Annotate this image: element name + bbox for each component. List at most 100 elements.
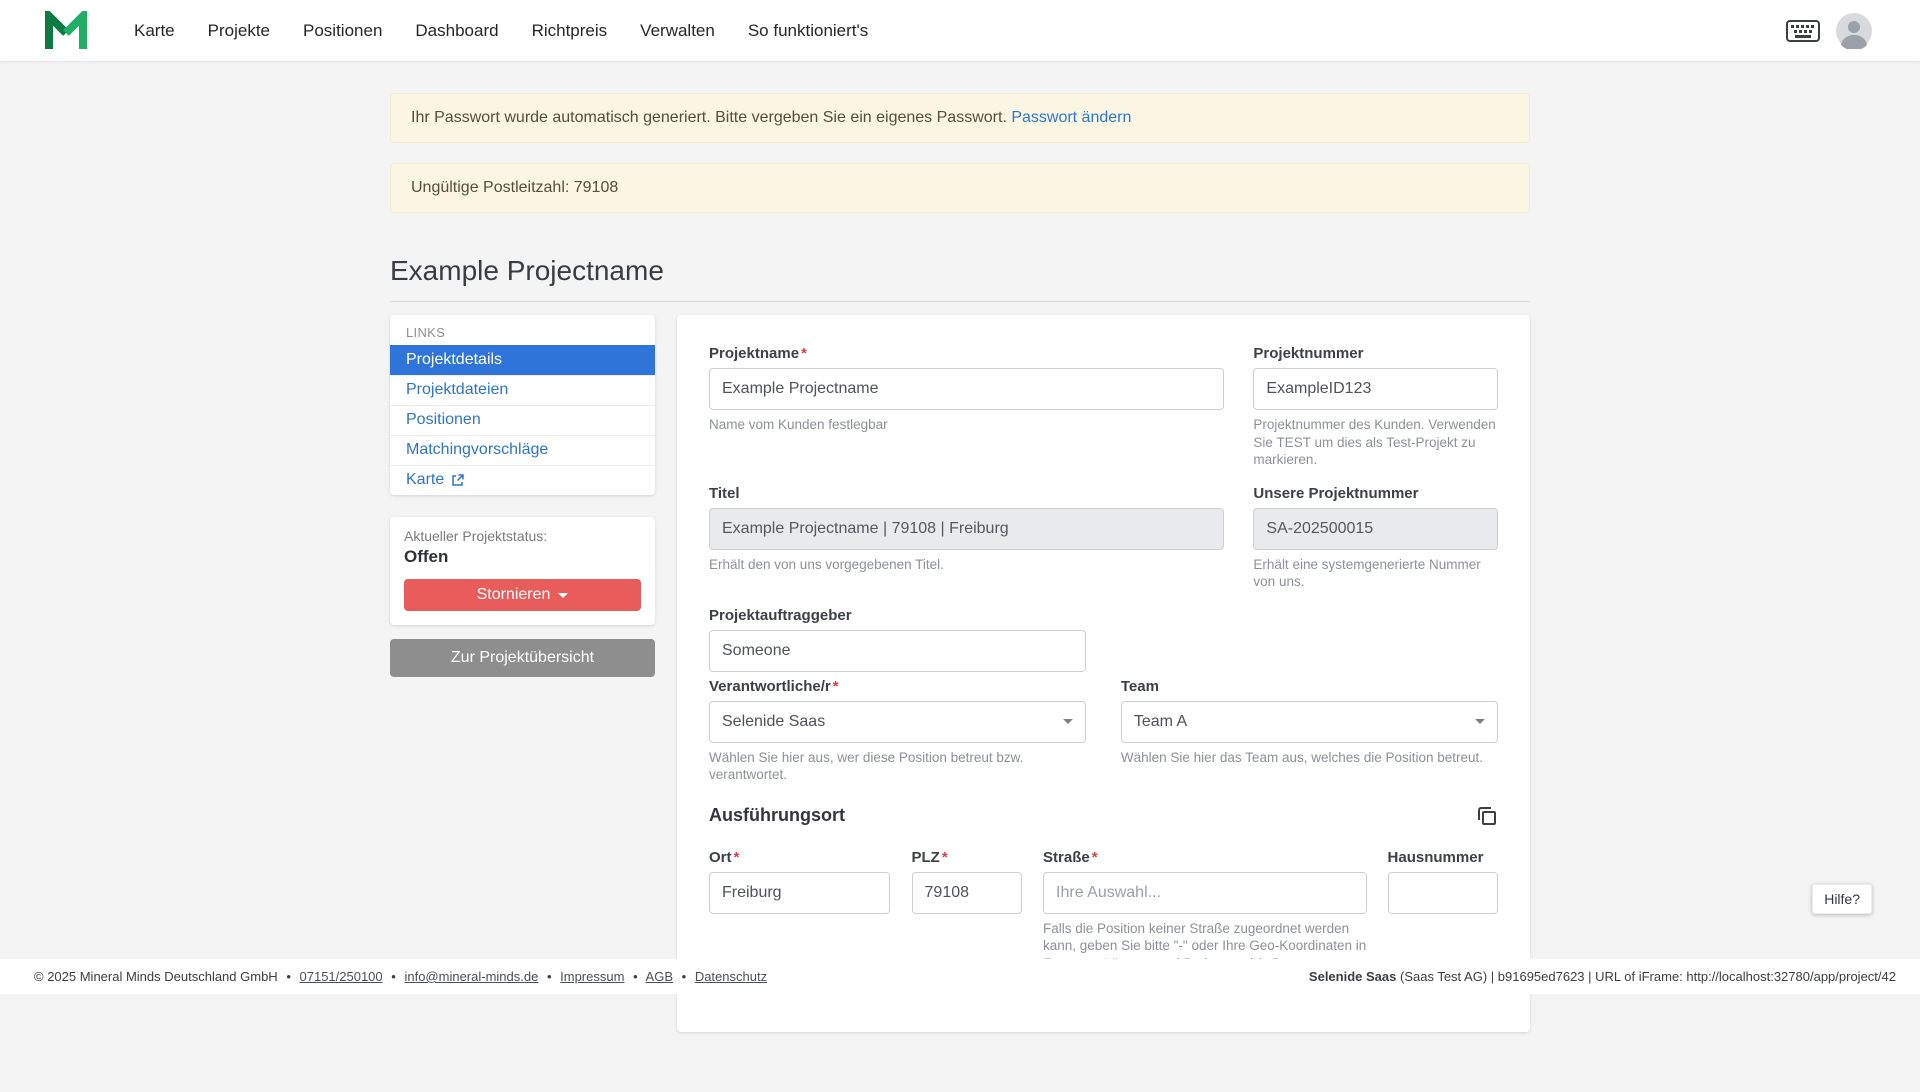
help-button[interactable]: Hilfe? [1812,884,1872,914]
separator-dot: • [286,969,291,984]
nav-dashboard[interactable]: Dashboard [415,21,498,41]
verantwortlicher-help: Wählen Sie hier aus, wer diese Position … [709,749,1086,784]
user-avatar[interactable] [1836,13,1872,49]
verantwortlicher-selected-value: Selenide Saas [722,713,825,731]
required-asterisk: * [1092,849,1098,866]
sidebar-item-label: Projektdateien [406,381,508,399]
nav-so-funktionierts[interactable]: So funktioniert's [748,21,868,41]
status-label: Aktueller Projektstatus: [404,528,641,544]
sidebar-item-label: Projektdetails [406,351,502,369]
projektname-input[interactable] [709,368,1224,410]
project-details-form: Projektname* Name vom Kunden festlegbar … [677,315,1530,1032]
password-warning-text: Ihr Passwort wurde automatisch generiert… [411,109,1007,126]
links-card: LINKS Projektdetails Projektdateien Posi… [390,315,655,495]
projektname-help: Name vom Kunden festlegbar [709,416,1224,434]
nav-karte[interactable]: Karte [134,21,175,41]
titel-help: Erhält den von uns vorgegebenen Titel. [709,556,1224,574]
separator-dot: • [682,969,687,984]
team-help: Wählen Sie hier das Team aus, welches di… [1121,749,1498,767]
change-password-link[interactable]: Passwort ändern [1011,109,1131,126]
unsere-projektnummer-label: Unsere Projektnummer [1253,485,1498,502]
ort-label: Ort* [709,849,890,866]
invalid-plz-alert: Ungültige Postleitzahl: 79108 [390,163,1530,213]
required-asterisk: * [833,678,839,695]
cancel-project-button[interactable]: Stornieren [404,579,641,611]
caret-down-icon [558,593,568,598]
nav-richtpreis[interactable]: Richtpreis [532,21,608,41]
plz-input[interactable] [912,872,1022,914]
projektnummer-label: Projektnummer [1253,345,1498,362]
ort-input[interactable] [709,872,890,914]
sidebar-item-matchingvorschlaege[interactable]: Matchingvorschläge [390,435,655,465]
footer-datenschutz-link[interactable]: Datenschutz [695,969,767,984]
chevron-down-icon [1475,719,1485,724]
project-sidebar: LINKS Projektdetails Projektdateien Posi… [390,315,655,677]
field-verantwortlicher: Verantwortliche/r* Selenide Saas Wählen … [709,678,1086,784]
hausnummer-label: Hausnummer [1388,849,1498,866]
chevron-down-icon [1063,719,1073,724]
footer-email-link[interactable]: info@mineral-minds.de [404,969,538,984]
invalid-plz-text: Ungültige Postleitzahl: 79108 [411,179,618,196]
sidebar-item-projektdetails[interactable]: Projektdetails [390,345,655,375]
hausnummer-input[interactable] [1388,872,1498,914]
field-projektnummer: Projektnummer Projektnummer des Kunden. … [1253,345,1498,469]
project-status-card: Aktueller Projektstatus: Offen Storniere… [390,517,655,625]
field-unsere-projektnummer: Unsere Projektnummer Erhält eine systemg… [1253,485,1498,591]
separator-dot: • [391,969,396,984]
strasse-label: Straße* [1043,849,1366,866]
footer-user-name: Selenide Saas [1309,969,1396,984]
projektauftraggeber-label: Projektauftraggeber [709,607,1086,624]
projektname-label: Projektname* [709,345,1224,362]
team-label: Team [1121,678,1498,695]
ausfuehrungsort-heading: Ausführungsort [709,805,845,826]
keyboard-icon[interactable] [1786,20,1820,42]
status-value: Offen [404,547,641,567]
copy-icon[interactable] [1476,805,1498,827]
sidebar-item-label: Positionen [406,411,481,429]
titel-label: Titel [709,485,1224,502]
footer-copyright: © 2025 Mineral Minds Deutschland GmbH [34,969,278,984]
footer-session-details: (Saas Test AG) | b91695ed7623 | URL of i… [1396,969,1896,984]
projektnummer-help: Projektnummer des Kunden. Verwenden Sie … [1253,416,1498,469]
verantwortlicher-label: Verantwortliche/r* [709,678,1086,695]
field-projektname: Projektname* Name vom Kunden festlegbar [709,345,1224,434]
footer-impressum-link[interactable]: Impressum [560,969,624,984]
verantwortlicher-select[interactable]: Selenide Saas [709,701,1086,743]
footer-info: © 2025 Mineral Minds Deutschland GmbH • … [34,969,767,984]
unsere-projektnummer-input [1253,508,1498,550]
field-hausnummer: Hausnummer [1388,849,1498,914]
nav-positionen[interactable]: Positionen [303,21,382,41]
field-team: Team Team A Wählen Sie hier das Team aus… [1121,678,1498,767]
main-navigation: Karte Projekte Positionen Dashboard Rich… [134,21,868,41]
project-overview-button[interactable]: Zur Projektübersicht [390,639,655,677]
projektauftraggeber-input[interactable] [709,630,1086,672]
projektnummer-input[interactable] [1253,368,1498,410]
navbar-actions [1786,13,1872,49]
separator-dot: • [633,969,638,984]
brand-m-icon [44,11,88,51]
sidebar-item-positionen[interactable]: Positionen [390,405,655,435]
sidebar-item-karte[interactable]: Karte [390,465,655,495]
field-strasse: Straße* Falls die Position keiner Straße… [1043,849,1366,973]
cancel-button-label: Stornieren [477,586,551,604]
strasse-input[interactable] [1043,872,1366,914]
page-title: Example Projectname [390,255,1530,287]
titel-input [709,508,1224,550]
team-selected-value: Team A [1134,713,1187,731]
password-warning-alert: Ihr Passwort wurde automatisch generiert… [390,93,1530,143]
field-projektauftraggeber: Projektauftraggeber [709,607,1086,672]
field-titel: Titel Erhält den von uns vorgegebenen Ti… [709,485,1224,574]
plz-label: PLZ* [912,849,1022,866]
footer-session-info: Selenide Saas (Saas Test AG) | b91695ed7… [1309,969,1896,984]
required-asterisk: * [942,849,948,866]
sidebar-item-label: Karte [406,471,444,489]
links-heading: LINKS [390,315,655,345]
nav-verwalten[interactable]: Verwalten [640,21,715,41]
nav-projekte[interactable]: Projekte [208,21,270,41]
footer-phone-link[interactable]: 07151/250100 [300,969,383,984]
team-select[interactable]: Team A [1121,701,1498,743]
sidebar-item-projektdateien[interactable]: Projektdateien [390,375,655,405]
external-link-icon [451,474,464,487]
footer-agb-link[interactable]: AGB [646,969,673,984]
app-logo[interactable] [44,11,88,51]
